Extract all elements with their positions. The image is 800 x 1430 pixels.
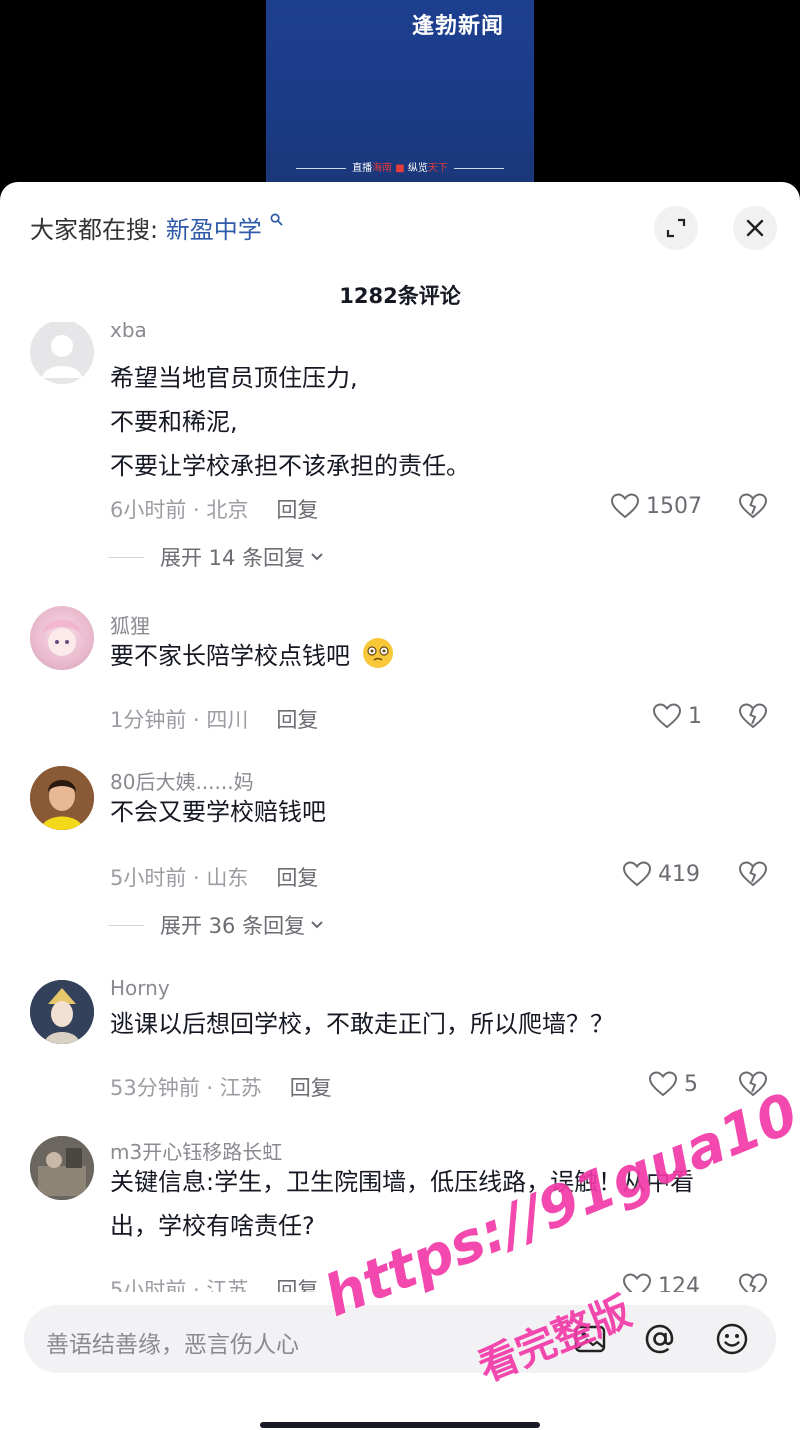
news-logo: 逢勃新闻 (411, 13, 504, 39)
image-icon[interactable] (572, 1321, 608, 1357)
search-icon (270, 213, 283, 226)
like-button[interactable]: 419 (622, 860, 700, 888)
avatar[interactable] (30, 980, 94, 1044)
emoji-icon (362, 638, 393, 668)
heart-icon (648, 1071, 678, 1097)
video-slogan: 直播海南 ■ 纵览天下 (266, 159, 534, 174)
video-area[interactable]: 逢勃新闻 直播海南 ■ 纵览天下 (0, 0, 800, 200)
home-indicator (260, 1422, 540, 1428)
comment-sheet: 大家都在搜: 新盈中学 1282条评论 xba 希望当地官员顶住压力, 不要和稀… (0, 182, 800, 1430)
avatar[interactable] (30, 1136, 94, 1200)
photo-avatar-icon (30, 766, 94, 830)
photo-avatar-icon (30, 1136, 94, 1200)
comment-username[interactable]: Horny (110, 976, 170, 1000)
video-thumbnail[interactable]: 逢勃新闻 直播海南 ■ 纵览天下 (266, 0, 534, 182)
anime-avatar-icon (30, 980, 94, 1044)
avatar[interactable] (30, 766, 94, 830)
chevron-down-icon (311, 553, 323, 561)
comment-meta: 1分钟前 · 四川 回复 (110, 708, 319, 732)
default-avatar-icon (42, 335, 82, 378)
broken-heart-icon (738, 1071, 768, 1097)
comment-count: 1282条评论 (339, 284, 461, 308)
heart-icon (652, 703, 682, 729)
dislike-button[interactable] (738, 492, 768, 524)
like-button[interactable]: 124 (622, 1272, 700, 1292)
like-count: 124 (658, 1273, 700, 1293)
dislike-button[interactable] (738, 1070, 768, 1102)
dislike-button[interactable] (738, 860, 768, 892)
like-count: 5 (684, 1071, 698, 1097)
fullscreen-button[interactable] (654, 206, 698, 250)
trending-search-label: 大家都在搜: (30, 216, 159, 244)
expand-replies-button[interactable]: 展开 36 条回复 (108, 910, 325, 940)
close-button[interactable] (733, 206, 777, 250)
like-count: 419 (658, 861, 700, 887)
dislike-button[interactable] (738, 1272, 768, 1292)
avatar[interactable] (30, 322, 94, 384)
like-button[interactable]: 1 (652, 702, 702, 730)
broken-heart-icon (738, 1273, 768, 1292)
like-count: 1 (688, 703, 702, 729)
comment-meta: 5小时前 · 山东 回复 (110, 866, 319, 890)
comment-text: 要不家长陪学校点钱吧 (110, 634, 396, 678)
like-button[interactable]: 1507 (610, 492, 702, 520)
heart-icon (610, 493, 640, 519)
comment-text: 不会又要学校赔钱吧 (110, 798, 326, 826)
like-count: 1507 (646, 493, 702, 519)
expand-icon (666, 218, 686, 238)
avatar[interactable] (30, 606, 94, 670)
trending-search-keyword[interactable]: 新盈中学 (166, 216, 262, 244)
comment-text: 逃课以后想回学校，不敢走正门，所以爬墙？？ (110, 1010, 614, 1038)
emoji-picker-icon[interactable] (714, 1321, 750, 1357)
reply-button[interactable]: 回复 (276, 866, 318, 890)
comment-text: 希望当地官员顶住压力, 不要和稀泥, 不要让学校承担不该承担的责任。 (110, 364, 470, 480)
broken-heart-icon (738, 861, 768, 887)
heart-icon (622, 861, 652, 887)
comment-text: 关键信息:学生，卫生院围墙，低压线路，误触！从中看 出，学校有啥责任? (110, 1168, 695, 1240)
comment-input-placeholder: 善语结善缘，恶言伤人心 (46, 1332, 299, 1358)
reply-button[interactable]: 回复 (276, 708, 318, 732)
comment-list[interactable]: xba 希望当地官员顶住压力, 不要和稀泥, 不要让学校承担不该承担的责任。 6… (0, 322, 800, 1292)
comment-meta: 6小时前 · 北京 回复 (110, 498, 319, 522)
comment-meta: 53分钟前 · 江苏 回复 (110, 1076, 332, 1100)
broken-heart-icon (738, 493, 768, 519)
comment-username[interactable]: xba (110, 322, 147, 342)
expand-replies-button[interactable]: 展开 14 条回复 (108, 542, 325, 572)
broken-heart-icon (738, 703, 768, 729)
mention-icon[interactable] (642, 1321, 678, 1357)
anime-avatar-icon (42, 619, 82, 656)
chevron-down-icon (311, 921, 323, 929)
like-button[interactable]: 5 (648, 1070, 698, 1098)
reply-button[interactable]: 回复 (290, 1076, 332, 1100)
trending-search[interactable]: 大家都在搜: 新盈中学 (30, 210, 283, 245)
reply-button[interactable]: 回复 (276, 1278, 318, 1292)
heart-icon (622, 1273, 652, 1292)
dislike-button[interactable] (738, 702, 768, 734)
comment-meta: 5小时前 · 江苏 回复 (110, 1274, 318, 1292)
reply-button[interactable]: 回复 (276, 498, 318, 522)
close-icon (746, 219, 764, 237)
comment-input[interactable]: 善语结善缘，恶言伤人心 (24, 1305, 776, 1373)
